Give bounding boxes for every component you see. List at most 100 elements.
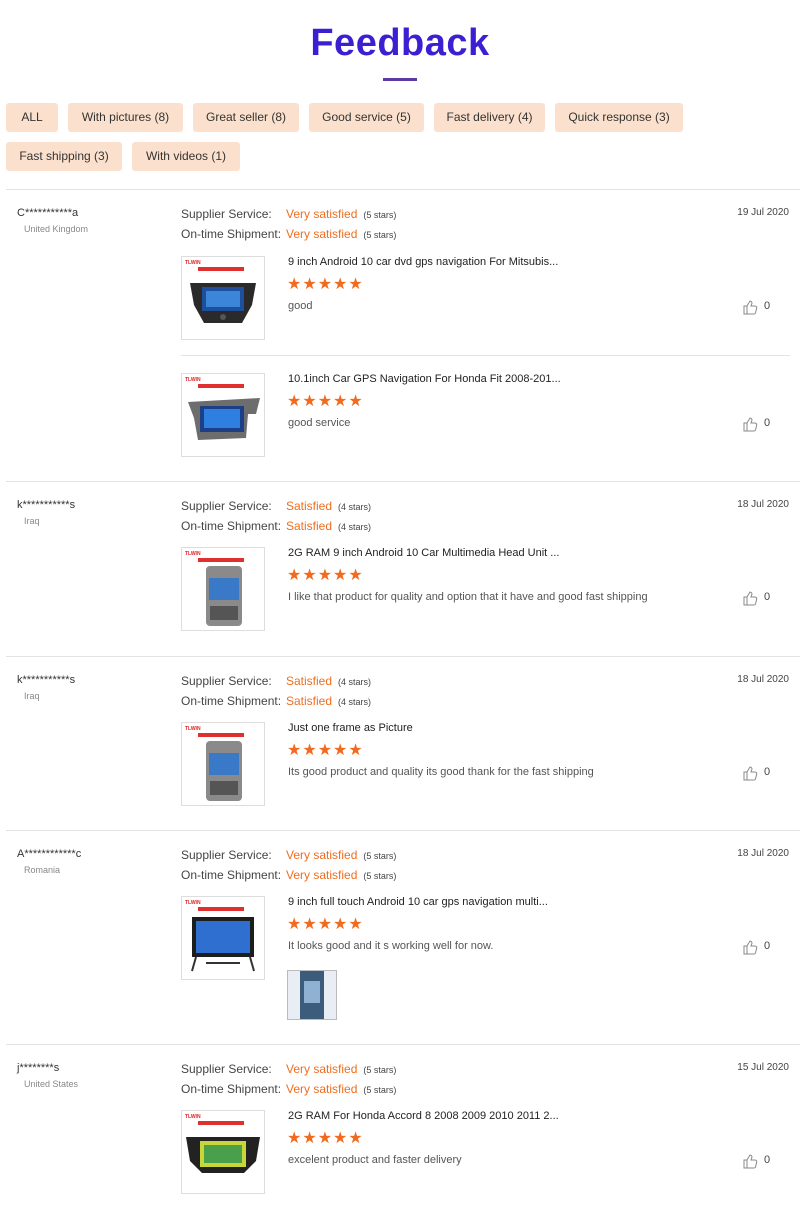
supplier-label: Supplier Service: xyxy=(181,207,272,221)
customer-photo[interactable] xyxy=(287,970,337,1020)
supplier-label: Supplier Service: xyxy=(181,848,272,862)
review-date: 19 Jul 2020 xyxy=(737,207,789,218)
star-rating: ★★★★★ xyxy=(287,393,364,410)
like-button[interactable]: 0 xyxy=(742,939,782,955)
review-comment: I like that product for quality and opti… xyxy=(288,591,648,603)
thumbnail-tag xyxy=(198,733,244,737)
page-title: Feedback xyxy=(310,22,490,64)
product-title[interactable]: 2G RAM For Honda Accord 8 2008 2009 2010… xyxy=(288,1110,559,1122)
shipment-label: On-time Shipment: xyxy=(181,868,282,882)
supplier-rating: Supplier Service: Satisfied (4 stars) xyxy=(181,674,371,688)
shipment-value: Very satisfied xyxy=(286,227,358,241)
filter-all[interactable]: ALL xyxy=(6,103,58,132)
shipment-value: Very satisfied xyxy=(286,1082,358,1096)
supplier-value: Very satisfied xyxy=(286,1062,358,1076)
divider xyxy=(181,355,790,356)
product-thumbnail[interactable]: TLWIN xyxy=(181,373,265,457)
reviewer-country: United Kingdom xyxy=(24,224,89,234)
product-thumbnail[interactable]: TLWIN xyxy=(181,1110,265,1194)
shipment-rating: On-time Shipment: Satisfied (4 stars) xyxy=(181,519,371,533)
supplier-label: Supplier Service: xyxy=(181,499,272,513)
thumbs-up-icon xyxy=(743,300,758,315)
filter-good-service[interactable]: Good service (5) xyxy=(309,103,424,132)
product-title[interactable]: 9 inch full touch Android 10 car gps nav… xyxy=(288,896,548,908)
supplier-stars: (4 stars) xyxy=(338,502,372,512)
review-comment: good service xyxy=(288,417,351,429)
shipment-rating: On-time Shipment: Satisfied (4 stars) xyxy=(181,694,371,708)
reviewer-name: j********s xyxy=(17,1062,60,1074)
star-rating: ★★★★★ xyxy=(287,916,364,933)
like-button[interactable]: 0 xyxy=(742,416,782,432)
product-title[interactable]: Just one frame as Picture xyxy=(288,722,413,734)
review-item: A************c Romania Supplier Service:… xyxy=(0,848,800,1028)
divider xyxy=(6,481,800,482)
shipment-stars: (5 stars) xyxy=(363,871,397,881)
reviewer-country: Romania xyxy=(24,865,61,875)
thumbnail-tag xyxy=(198,384,244,388)
shipment-value: Satisfied xyxy=(286,519,333,533)
brand-logo: TLWIN xyxy=(185,900,201,906)
thumbs-up-icon xyxy=(743,940,758,955)
shipment-label: On-time Shipment: xyxy=(181,1082,282,1096)
reviewer-country: United States xyxy=(24,1079,79,1089)
brand-logo: TLWIN xyxy=(185,260,201,266)
review-date: 18 Jul 2020 xyxy=(737,674,789,685)
shipment-stars: (4 stars) xyxy=(338,522,372,532)
divider xyxy=(6,656,800,657)
filter-with-videos[interactable]: With videos (1) xyxy=(132,142,240,171)
review-comment: good xyxy=(288,300,313,312)
product-title[interactable]: 9 inch Android 10 car dvd gps navigation… xyxy=(288,256,558,268)
shipment-value: Very satisfied xyxy=(286,868,358,882)
like-button[interactable]: 0 xyxy=(742,590,782,606)
review-item: j********s United States Supplier Servic… xyxy=(0,1062,800,1202)
like-count: 0 xyxy=(764,766,771,778)
like-button[interactable]: 0 xyxy=(742,1153,782,1169)
star-rating: ★★★★★ xyxy=(287,1130,364,1147)
review-item: C***********a United Kingdom Supplier Se… xyxy=(0,207,800,467)
filter-quick-response[interactable]: Quick response (3) xyxy=(555,103,683,132)
product-title[interactable]: 10.1inch Car GPS Navigation For Honda Fi… xyxy=(288,373,561,385)
like-count: 0 xyxy=(764,940,771,952)
filter-great-seller[interactable]: Great seller (8) xyxy=(193,103,299,132)
shipment-label: On-time Shipment: xyxy=(181,519,282,533)
thumbnail-tag xyxy=(198,267,244,271)
like-button[interactable]: 0 xyxy=(742,299,782,315)
review-comment: excelent product and faster delivery xyxy=(288,1154,462,1166)
product-thumbnail[interactable]: TLWIN xyxy=(181,896,265,980)
supplier-stars: (5 stars) xyxy=(363,1065,397,1075)
thumbnail-tag xyxy=(198,907,244,911)
product-feedback: TLWIN 9 inch full touch Android 10 car g… xyxy=(181,896,790,1022)
like-button[interactable]: 0 xyxy=(742,765,782,781)
product-title[interactable]: 2G RAM 9 inch Android 10 Car Multimedia … xyxy=(288,547,559,559)
shipment-rating: On-time Shipment: Very satisfied (5 stars) xyxy=(181,227,396,241)
review-date: 18 Jul 2020 xyxy=(737,499,789,510)
product-feedback: TLWIN 2G RAM For Honda Accord 8 2008 200… xyxy=(181,1110,790,1194)
product-thumbnail[interactable]: TLWIN xyxy=(181,256,265,340)
shipment-rating: On-time Shipment: Very satisfied (5 stars) xyxy=(181,1082,396,1096)
reviewer-country: Iraq xyxy=(24,516,40,526)
reviewer-country: Iraq xyxy=(24,691,40,701)
shipment-stars: (5 stars) xyxy=(363,1085,397,1095)
supplier-stars: (5 stars) xyxy=(363,851,397,861)
shipment-label: On-time Shipment: xyxy=(181,694,282,708)
like-count: 0 xyxy=(764,417,771,429)
shipment-stars: (5 stars) xyxy=(363,230,397,240)
shipment-rating: On-time Shipment: Very satisfied (5 stars) xyxy=(181,868,396,882)
like-count: 0 xyxy=(764,591,771,603)
filter-with-pictures[interactable]: With pictures (8) xyxy=(68,103,183,132)
thumbs-up-icon xyxy=(743,1154,758,1169)
product-feedback: TLWIN Just one frame as Picture ★★★★★ It… xyxy=(181,722,790,806)
divider xyxy=(6,189,800,190)
supplier-stars: (4 stars) xyxy=(338,677,372,687)
shipment-stars: (4 stars) xyxy=(338,697,372,707)
reviewer-name: k***********s xyxy=(17,499,76,511)
thumbs-up-icon xyxy=(743,591,758,606)
product-feedback: TLWIN 10.1inch Car GPS Navigation For Ho… xyxy=(181,373,790,457)
divider xyxy=(6,830,800,831)
reviewer-name: A************c xyxy=(17,848,82,860)
product-thumbnail[interactable]: TLWIN xyxy=(181,722,265,806)
supplier-value: Satisfied xyxy=(286,674,333,688)
product-thumbnail[interactable]: TLWIN xyxy=(181,547,265,631)
filter-fast-shipping[interactable]: Fast shipping (3) xyxy=(6,142,122,171)
filter-fast-delivery[interactable]: Fast delivery (4) xyxy=(434,103,545,132)
